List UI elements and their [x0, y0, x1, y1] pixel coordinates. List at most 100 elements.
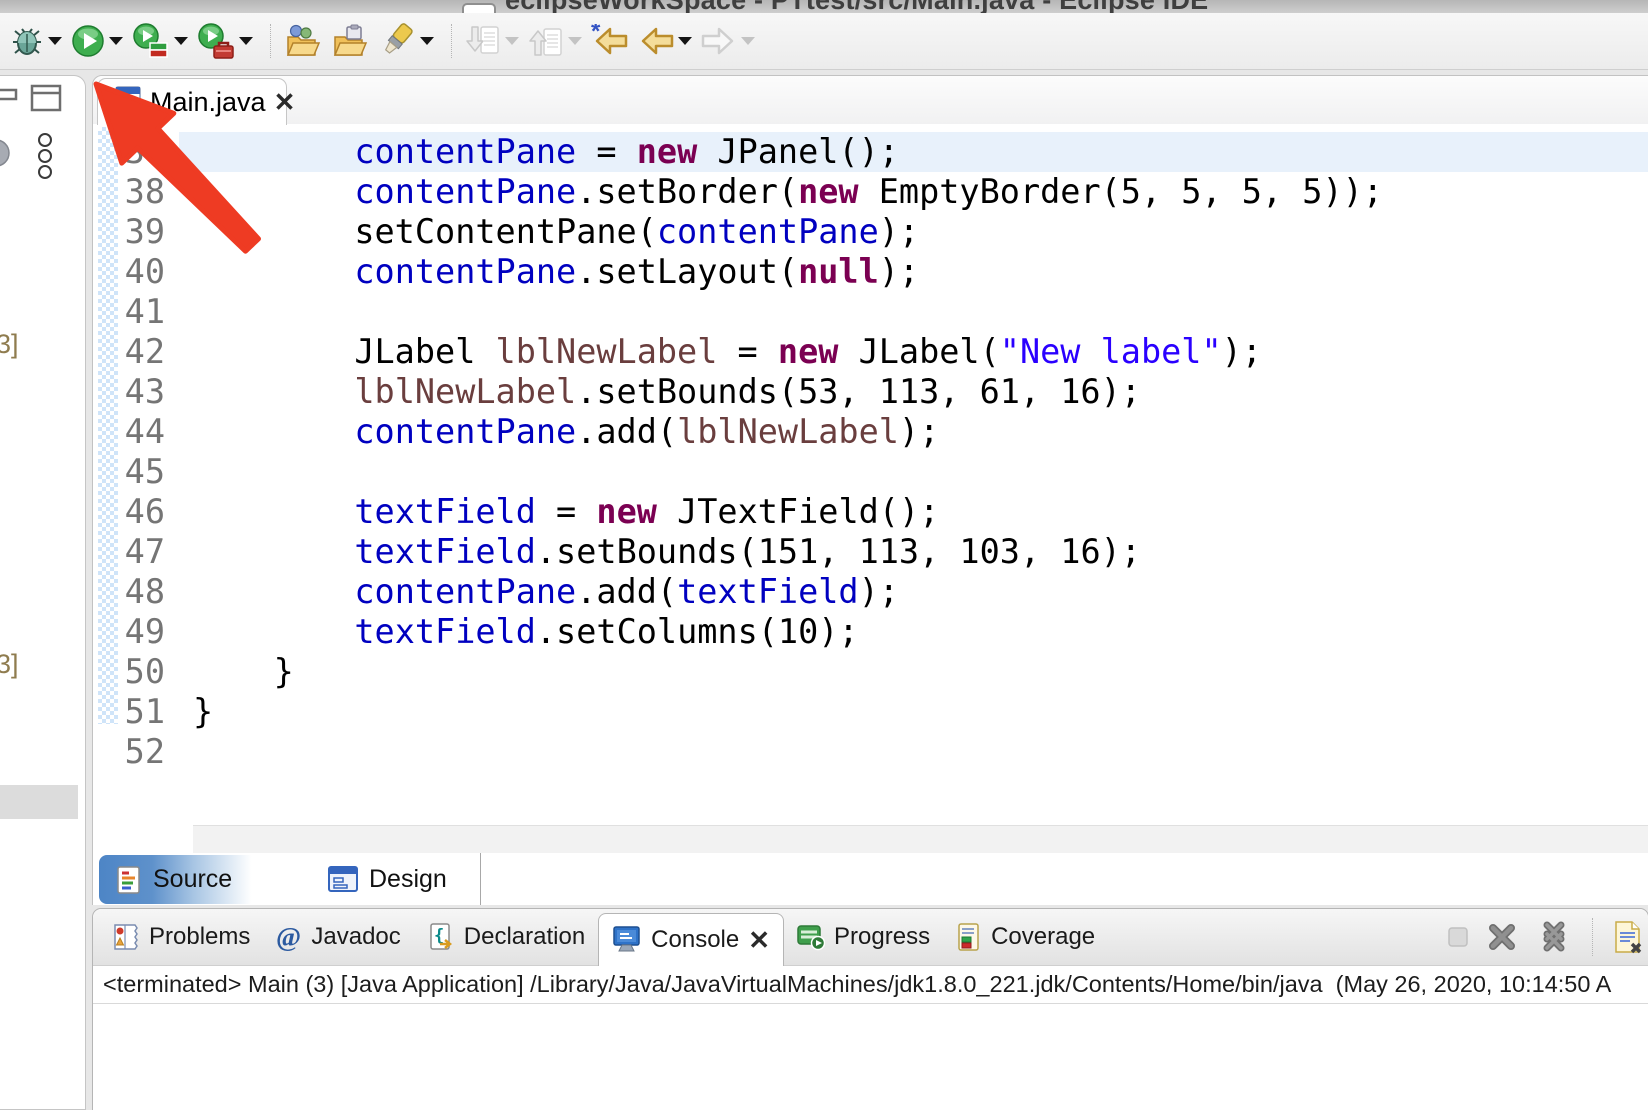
- tab-coverage[interactable]: Coverage: [943, 909, 1108, 965]
- coverage-run-button[interactable]: [130, 21, 190, 61]
- console-icon: [612, 925, 642, 955]
- tab-progress[interactable]: Progress: [784, 909, 943, 965]
- console-tab-label: Javadoc: [311, 923, 400, 951]
- open-folder-clipboard-icon: [331, 23, 369, 59]
- main-toolbar: *: [0, 13, 1648, 70]
- sidebar-text-fragment: 3]: [0, 329, 19, 360]
- horizontal-scrollbar[interactable]: [193, 825, 1648, 854]
- editor-tab-label: Main.java: [150, 87, 266, 118]
- page-tab-design[interactable]: Design: [311, 853, 481, 905]
- code-line: 49 textField.setColumns(10);: [93, 612, 1648, 652]
- tab-console[interactable]: Console ✕: [598, 913, 784, 966]
- back-button[interactable]: [636, 22, 694, 60]
- title-bar: eclipseWorkSpace - PTtest/src/Main.java …: [0, 0, 1648, 13]
- code-line: 52: [93, 732, 1648, 772]
- code-line: 42 JLabel lblNewLabel = new JLabel("New …: [93, 332, 1648, 372]
- run-icon: [71, 24, 105, 58]
- tab-main-java[interactable]: J Main.java ✕: [97, 78, 287, 125]
- page-tab-source[interactable]: Source: [99, 855, 311, 904]
- line-number: 47: [93, 532, 173, 572]
- code-text[interactable]: contentPane.setBorder(new EmptyBorder(5,…: [179, 172, 1648, 212]
- debug-button[interactable]: [8, 21, 64, 61]
- eclipse-ide-window: { "window": { "title": "eclipseWorkSpace…: [0, 0, 1648, 1110]
- line-number: 39: [93, 212, 173, 252]
- line-number: 38: [93, 172, 173, 212]
- line-number: 49: [93, 612, 173, 652]
- last-edit-location-icon: *: [591, 24, 629, 58]
- svg-text:*: *: [591, 24, 601, 45]
- code-text[interactable]: textField = new JTextField();: [179, 492, 1648, 532]
- code-lines: 37 contentPane = new JPanel();38 content…: [93, 132, 1648, 772]
- progress-icon: [797, 923, 825, 951]
- debug-icon: [10, 23, 44, 59]
- code-text[interactable]: contentPane.add(lblNewLabel);: [179, 412, 1648, 452]
- code-text[interactable]: }: [179, 652, 1648, 692]
- code-text[interactable]: setContentPane(contentPane);: [179, 212, 1648, 252]
- code-line: 48 contentPane.add(textField);: [93, 572, 1648, 612]
- close-tab-icon[interactable]: ✕: [274, 89, 296, 115]
- open-folder-clipboard-button[interactable]: [329, 21, 371, 61]
- dropdown-caret-icon: [568, 37, 582, 45]
- line-number: 52: [93, 732, 173, 772]
- dropdown-caret-icon: [741, 37, 755, 45]
- code-text[interactable]: contentPane = new JPanel();: [179, 132, 1648, 172]
- code-line: 46 textField = new JTextField();: [93, 492, 1648, 532]
- line-number: 40: [93, 252, 173, 292]
- console-tab-label: Coverage: [991, 923, 1095, 951]
- line-number: 48: [93, 572, 173, 612]
- toolbar-items: *: [8, 20, 762, 62]
- code-text[interactable]: [179, 732, 1648, 772]
- console-tab-label: Console: [651, 926, 739, 954]
- external-tools-button[interactable]: [195, 21, 255, 61]
- code-text[interactable]: contentPane.add(textField);: [179, 572, 1648, 612]
- last-edit-location-button[interactable]: *: [589, 22, 631, 60]
- dropdown-caret-icon[interactable]: [420, 37, 434, 45]
- line-number: 41: [93, 292, 173, 332]
- line-number: 44: [93, 412, 173, 452]
- code-text[interactable]: }: [179, 692, 1648, 732]
- coverage-run-icon: [132, 23, 170, 59]
- open-folder-spheres-button[interactable]: [282, 21, 324, 61]
- tab-declaration[interactable]: {Declaration: [414, 909, 598, 965]
- tab-problems[interactable]: Problems: [99, 909, 263, 965]
- code-line: 51}: [93, 692, 1648, 732]
- code-text[interactable]: [179, 292, 1648, 332]
- code-text[interactable]: JLabel lblNewLabel = new JLabel("New lab…: [179, 332, 1648, 372]
- line-number: 42: [93, 332, 173, 372]
- view-menu-icon[interactable]: [36, 132, 54, 180]
- sidebar-selected-item[interactable]: [0, 785, 78, 819]
- code-line: 41: [93, 292, 1648, 332]
- clear-console-icon[interactable]: [1612, 920, 1644, 954]
- highlighter-icon: [378, 22, 416, 60]
- line-number: 50: [93, 652, 173, 692]
- view-thumbnail-icon: [0, 138, 16, 168]
- code-line: 45: [93, 452, 1648, 492]
- forward-icon: [701, 24, 737, 58]
- console-tab-bar: Problems@Javadoc{Declaration Console ✕ Prog…: [93, 909, 1648, 966]
- dropdown-caret-icon[interactable]: [109, 37, 123, 45]
- dropdown-caret-icon[interactable]: [239, 37, 253, 45]
- console-output[interactable]: [93, 1004, 1648, 1110]
- declaration-icon: {: [427, 922, 455, 952]
- remove-all-launches-icon[interactable]: [1534, 921, 1574, 953]
- code-text[interactable]: contentPane.setLayout(null);: [179, 252, 1648, 292]
- code-text[interactable]: [179, 452, 1648, 492]
- remove-launch-icon[interactable]: [1486, 922, 1518, 952]
- dropdown-caret-icon[interactable]: [678, 37, 692, 45]
- code-text[interactable]: textField.setBounds(151, 113, 103, 16);: [179, 532, 1648, 572]
- terminate-icon: [1446, 925, 1470, 949]
- editor-tab-bar: J Main.java ✕: [93, 76, 1648, 125]
- code-text[interactable]: lblNewLabel.setBounds(53, 113, 61, 16);: [179, 372, 1648, 412]
- code-editor[interactable]: 37 contentPane = new JPanel();38 content…: [93, 124, 1648, 825]
- highlighter-button[interactable]: [376, 20, 436, 62]
- console-tab-label: Progress: [834, 923, 930, 951]
- maximize-icon[interactable]: [30, 84, 62, 112]
- code-text[interactable]: textField.setColumns(10);: [179, 612, 1648, 652]
- tab-javadoc[interactable]: @Javadoc: [263, 909, 413, 965]
- minimize-icon[interactable]: [0, 88, 20, 102]
- run-button[interactable]: [69, 22, 125, 60]
- dropdown-caret-icon[interactable]: [174, 37, 188, 45]
- close-tab-icon[interactable]: ✕: [748, 927, 770, 953]
- dropdown-caret-icon[interactable]: [48, 37, 62, 45]
- next-annotation-button: [463, 22, 521, 60]
